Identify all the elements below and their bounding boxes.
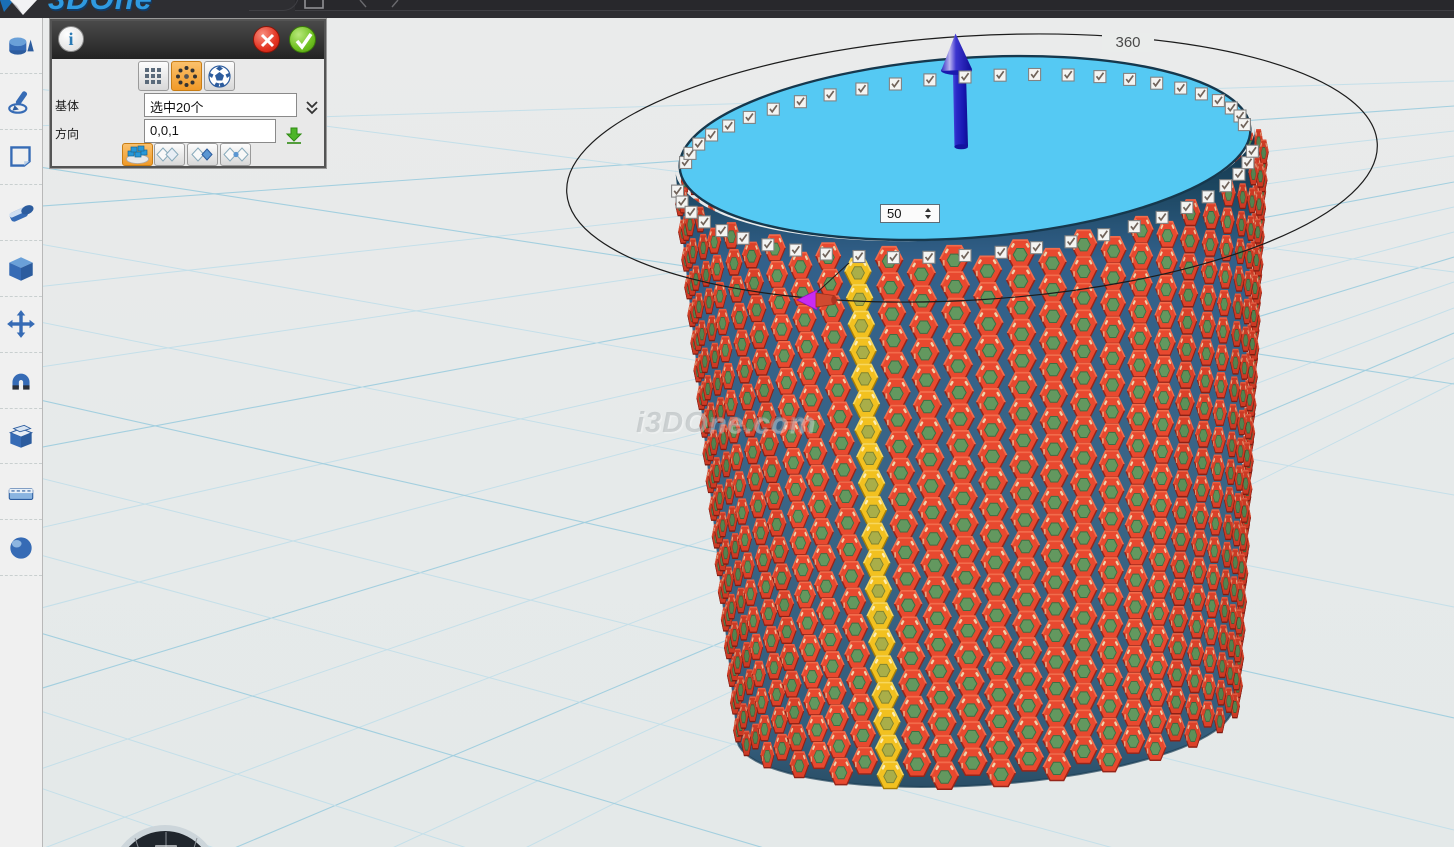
svg-text:i3DOne.com: i3DOne.com (636, 407, 815, 439)
